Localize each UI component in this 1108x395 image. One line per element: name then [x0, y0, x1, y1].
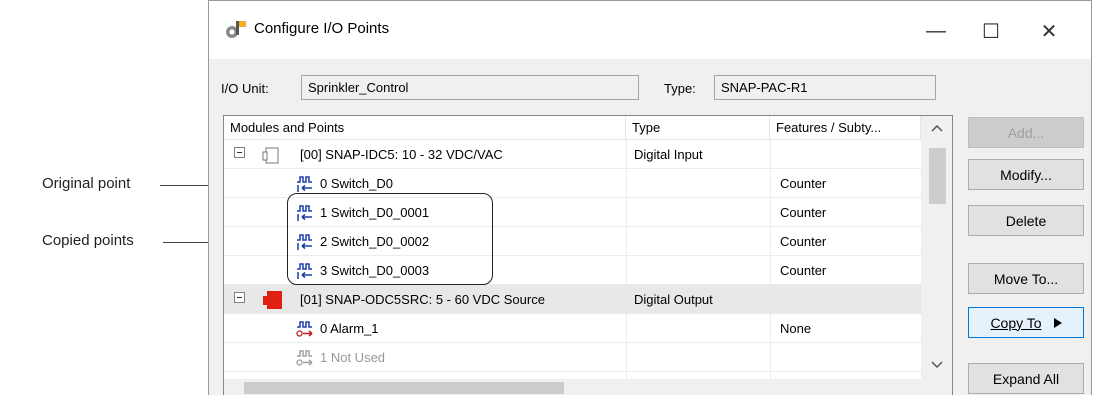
- vertical-scrollbar[interactable]: [921, 116, 952, 395]
- collapse-icon[interactable]: [234, 147, 245, 158]
- output-module-icon: [263, 291, 282, 309]
- add-button[interactable]: Add...: [968, 117, 1084, 148]
- close-button[interactable]: ✕: [1027, 11, 1071, 51]
- column-header-modules[interactable]: Modules and Points: [224, 116, 626, 140]
- point-feature: Counter: [780, 205, 827, 220]
- minimize-button[interactable]: —: [914, 11, 958, 51]
- scrollbar-thumb[interactable]: [929, 148, 946, 204]
- point-feature: None: [780, 321, 812, 336]
- collapse-icon[interactable]: [234, 292, 245, 303]
- point-feature: Counter: [780, 234, 827, 249]
- move-to-button[interactable]: Move To...: [968, 263, 1084, 294]
- point-feature: Counter: [780, 176, 827, 191]
- list-header: Modules and Points Type Features / Subty…: [224, 116, 921, 140]
- module-name: [01] SNAP-ODC5SRC: 5 - 60 VDC Source: [300, 292, 545, 307]
- scroll-up-icon[interactable]: [931, 124, 943, 132]
- digital-input-point-icon: [297, 176, 312, 192]
- triangle-right-icon: [1053, 317, 1062, 328]
- column-header-type[interactable]: Type: [626, 116, 770, 140]
- maximize-button[interactable]: ☐: [969, 11, 1013, 51]
- copy-to-label: Copy To: [990, 314, 1042, 331]
- module-type: Digital Input: [634, 147, 703, 162]
- module-row[interactable]: [01] SNAP-ODC5SRC: 5 - 60 VDC Source Dig…: [224, 285, 921, 314]
- scroll-down-icon[interactable]: [931, 361, 943, 369]
- io-unit-field: Sprinkler_Control: [301, 75, 639, 100]
- modify-button[interactable]: Modify...: [968, 159, 1084, 190]
- module-name: [00] SNAP-IDC5: 10 - 32 VDC/VAC: [300, 147, 503, 162]
- input-module-icon: [262, 147, 279, 164]
- callout-original-point: Original point: [42, 175, 131, 192]
- callout-copied-points: Copied points: [42, 232, 134, 249]
- point-row[interactable]: 0 Alarm_1 None: [224, 314, 921, 343]
- point-name: 0 Alarm_1: [320, 321, 379, 336]
- horizontal-scrollbar[interactable]: [224, 379, 921, 395]
- point-feature: Counter: [780, 263, 827, 278]
- scrollbar-thumb[interactable]: [244, 382, 564, 394]
- point-name: 1 Not Used: [320, 350, 386, 365]
- point-row[interactable]: 1 Not Used: [224, 343, 921, 372]
- unused-point-icon: [296, 350, 313, 366]
- gear-flag-icon: [226, 21, 246, 38]
- module-type: Digital Output: [634, 292, 713, 307]
- title-bar: Configure I/O Points — ☐ ✕: [209, 1, 1091, 59]
- window-title: Configure I/O Points: [254, 20, 390, 37]
- io-unit-label: I/O Unit:: [221, 81, 269, 96]
- expand-all-button[interactable]: Expand All: [968, 363, 1084, 394]
- column-header-features[interactable]: Features / Subty...: [770, 116, 921, 140]
- copy-to-button[interactable]: Copy To: [968, 307, 1084, 338]
- delete-button[interactable]: Delete: [968, 205, 1084, 236]
- digital-output-point-icon: [296, 321, 313, 337]
- module-row[interactable]: [00] SNAP-IDC5: 10 - 32 VDC/VAC Digital …: [224, 140, 921, 169]
- type-field: SNAP-PAC-R1: [714, 75, 936, 100]
- copied-points-highlight: [287, 193, 493, 285]
- type-label: Type:: [664, 81, 696, 96]
